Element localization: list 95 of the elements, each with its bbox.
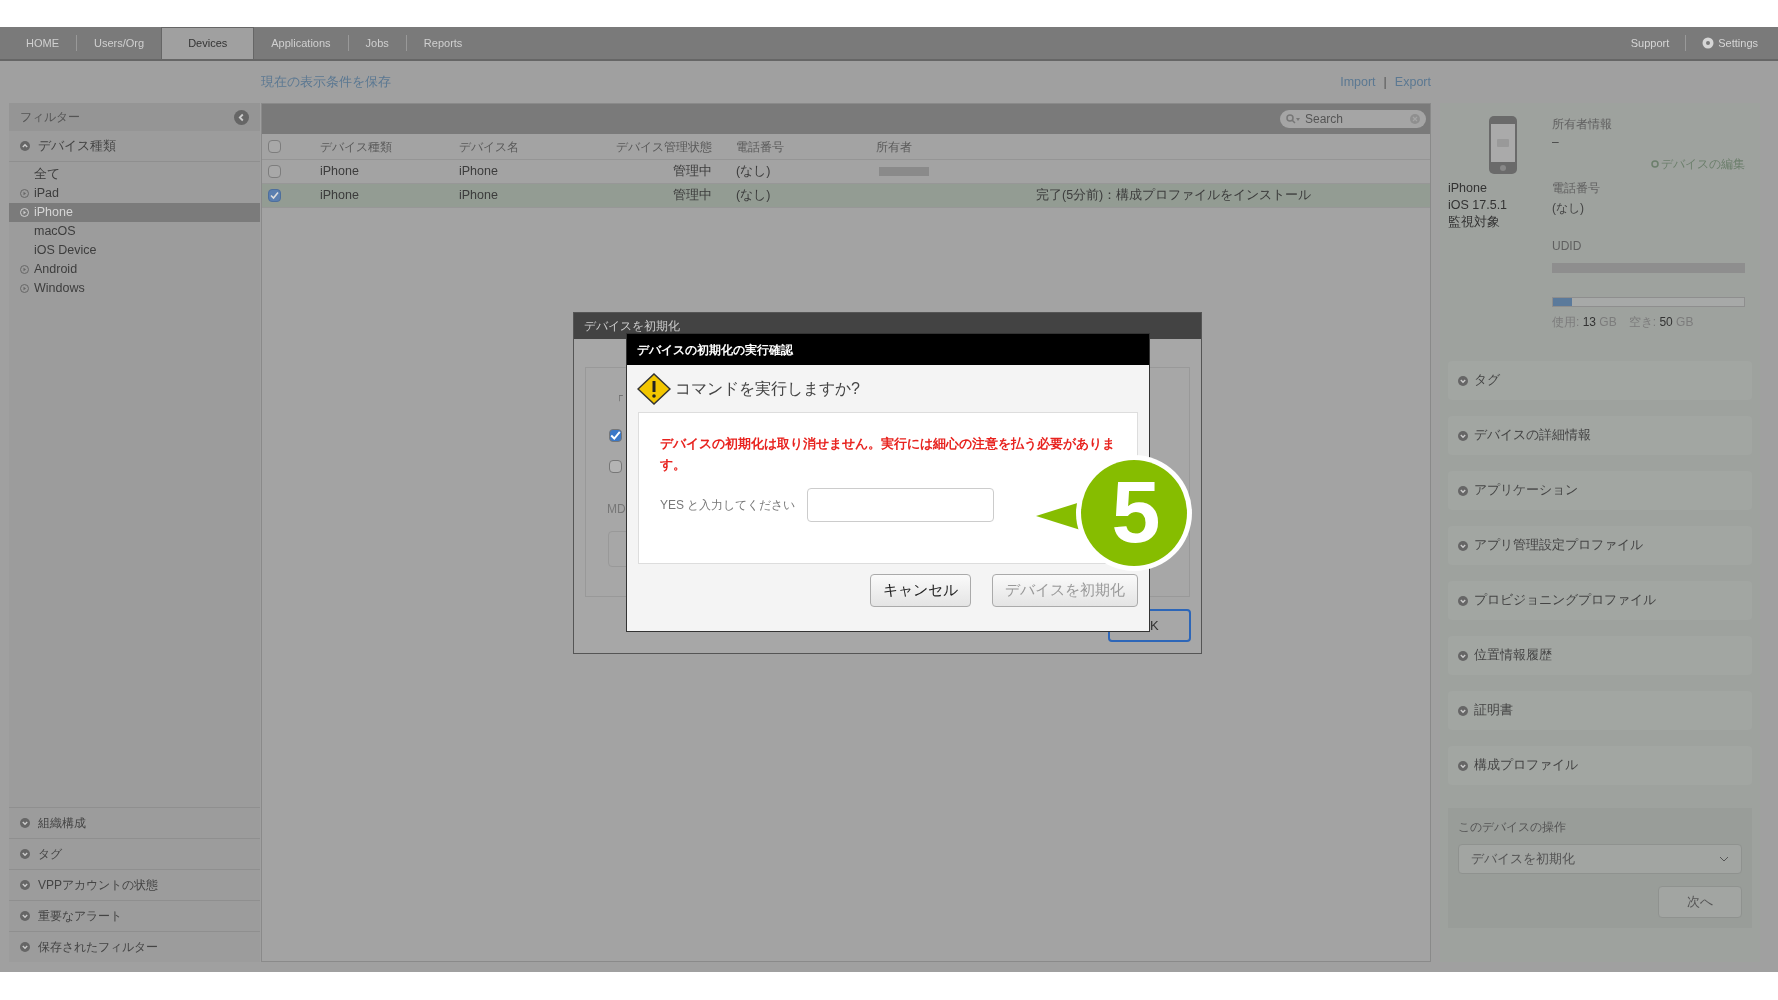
checkbox[interactable] <box>609 429 622 442</box>
dialog-title: デバイスを初期化 <box>584 318 680 335</box>
owner-value: – <box>1552 134 1560 151</box>
expand-icon <box>20 189 29 198</box>
nav-tab[interactable]: Devices <box>161 27 255 59</box>
owner-label: 所有者情報 <box>1552 116 1613 133</box>
expand-icon <box>20 265 29 274</box>
warning-message: デバイスの初期化は取り消せません。実行には細心の注意を払う必要があります。 <box>660 435 1116 474</box>
section-header[interactable]: デバイス種類 <box>38 136 116 156</box>
column-header[interactable]: 電話番号 <box>736 137 876 156</box>
accordion-section[interactable]: デバイスの詳細情報 <box>1448 416 1752 455</box>
section-header[interactable]: 組織構成 <box>38 814 86 832</box>
warning-icon <box>637 372 671 405</box>
select-all-checkbox[interactable] <box>268 140 281 153</box>
table-cell-text: 完了(5分前)：構成プロファイルをインストール <box>1036 187 1312 205</box>
table-cell-text: (なし) <box>736 187 772 205</box>
next-button[interactable]: 次へ <box>1658 886 1742 918</box>
table-cell-text: iPhone <box>320 163 360 181</box>
expand-section-icon <box>1458 375 1468 386</box>
accordion-section[interactable]: 構成プロファイル <box>1448 746 1752 785</box>
collapse-icon[interactable] <box>234 109 249 125</box>
udid-label: UDID <box>1552 238 1583 255</box>
expand-section-icon[interactable] <box>20 911 30 921</box>
nav-tab[interactable]: Jobs <box>348 27 406 59</box>
checkbox[interactable] <box>268 189 281 202</box>
expand-section-icon[interactable] <box>20 849 30 859</box>
filter-item[interactable]: Windows <box>9 279 260 298</box>
confirm-input[interactable] <box>807 488 995 522</box>
device-info: iPhone <box>1448 180 1488 197</box>
table-cell-text: iPhone <box>459 187 499 205</box>
checkbox[interactable] <box>268 165 281 178</box>
search-icon <box>1286 114 1301 124</box>
expand-icon <box>20 208 29 217</box>
dialog-question: コマンドを実行しますか? <box>675 378 860 399</box>
nav-tab[interactable]: Applications <box>254 27 348 59</box>
settings-link[interactable]: Settings <box>1718 34 1758 52</box>
accordion-section[interactable]: タグ <box>1448 361 1752 400</box>
table-row[interactable]: iPhone iPhone 管理中 (なし) 完了(5分前)：構成プロファイルをインストール <box>262 184 1430 208</box>
section-header[interactable]: タグ <box>38 845 62 863</box>
device-info: iOS 17.5.1 <box>1448 197 1509 214</box>
expand-section-icon <box>1458 705 1468 716</box>
column-header[interactable]: デバイス種類 <box>320 137 459 156</box>
accordion-section[interactable]: アプリ管理設定プロファイル <box>1448 526 1752 565</box>
dialog-button[interactable]: キャンセル <box>870 574 971 607</box>
expand-section-icon[interactable] <box>20 880 30 890</box>
table-cell-text: iPhone <box>459 163 499 181</box>
separator: | <box>1383 73 1387 91</box>
field-label: YES と入力してください <box>660 497 796 514</box>
checkbox[interactable] <box>609 460 622 473</box>
nav-tab[interactable]: HOME <box>9 27 76 59</box>
column-header[interactable]: デバイス管理状態 <box>610 137 736 156</box>
edit-icon <box>1651 160 1659 168</box>
expand-section-icon[interactable] <box>20 942 30 952</box>
search-input: Search <box>1305 110 1410 128</box>
operations-title: このデバイスの操作 <box>1458 819 1567 836</box>
accordion-section[interactable]: プロビジョニングプロファイル <box>1448 581 1752 620</box>
filter-item[interactable]: iOS Device <box>9 241 260 260</box>
section-header[interactable]: VPPアカウントの状態 <box>38 876 158 894</box>
column-header[interactable]: デバイス名 <box>459 137 610 156</box>
filter-item[interactable]: iPhone <box>9 203 260 222</box>
expand-section-icon <box>1458 595 1468 606</box>
chevron-down-icon <box>1719 856 1729 862</box>
expand-section-icon <box>1458 540 1468 551</box>
nav-tab[interactable]: Users/Org <box>77 27 162 59</box>
command-select[interactable]: デバイスを初期化 <box>1458 844 1742 874</box>
expand-icon <box>20 284 29 293</box>
accordion-section[interactable]: 位置情報履歴 <box>1448 636 1752 675</box>
accordion-section[interactable]: 証明書 <box>1448 691 1752 730</box>
accordion-section[interactable]: アプリケーション <box>1448 471 1752 510</box>
quote-mark: 「 <box>612 393 624 410</box>
support-link[interactable]: Support <box>1614 34 1686 52</box>
filter-item[interactable]: 全て <box>9 165 260 184</box>
expand-section-icon <box>1458 485 1468 496</box>
table-cell-text: iPhone <box>320 187 360 205</box>
collapse-section-icon[interactable] <box>20 141 30 151</box>
section-header[interactable]: 重要なアラート <box>38 907 122 925</box>
table-cell-text: 管理中 <box>672 187 713 205</box>
expand-section-icon <box>1458 430 1468 441</box>
device-info: 監視対象 <box>1448 214 1501 231</box>
table-cell-text: 管理中 <box>672 163 713 181</box>
dialog-title: デバイスの初期化の実行確認 <box>637 341 793 359</box>
filter-item[interactable]: macOS <box>9 222 260 241</box>
table-cell-text: (なし) <box>736 163 772 181</box>
filter-item[interactable]: Android <box>9 260 260 279</box>
search-field[interactable]: Search <box>1280 110 1426 128</box>
phone-icon <box>1488 115 1518 177</box>
section-header[interactable]: 保存されたフィルター <box>38 938 158 956</box>
nav-tab[interactable]: Reports <box>406 27 480 59</box>
expand-section-icon <box>1458 760 1468 771</box>
filter-item[interactable]: iPad <box>9 184 260 203</box>
settings-icon <box>1702 37 1715 49</box>
expand-section-icon <box>1458 650 1468 661</box>
column-header[interactable]: 所有者 <box>876 137 1016 156</box>
expand-section-icon[interactable] <box>20 818 30 828</box>
phone-value: (なし) <box>1552 200 1585 217</box>
